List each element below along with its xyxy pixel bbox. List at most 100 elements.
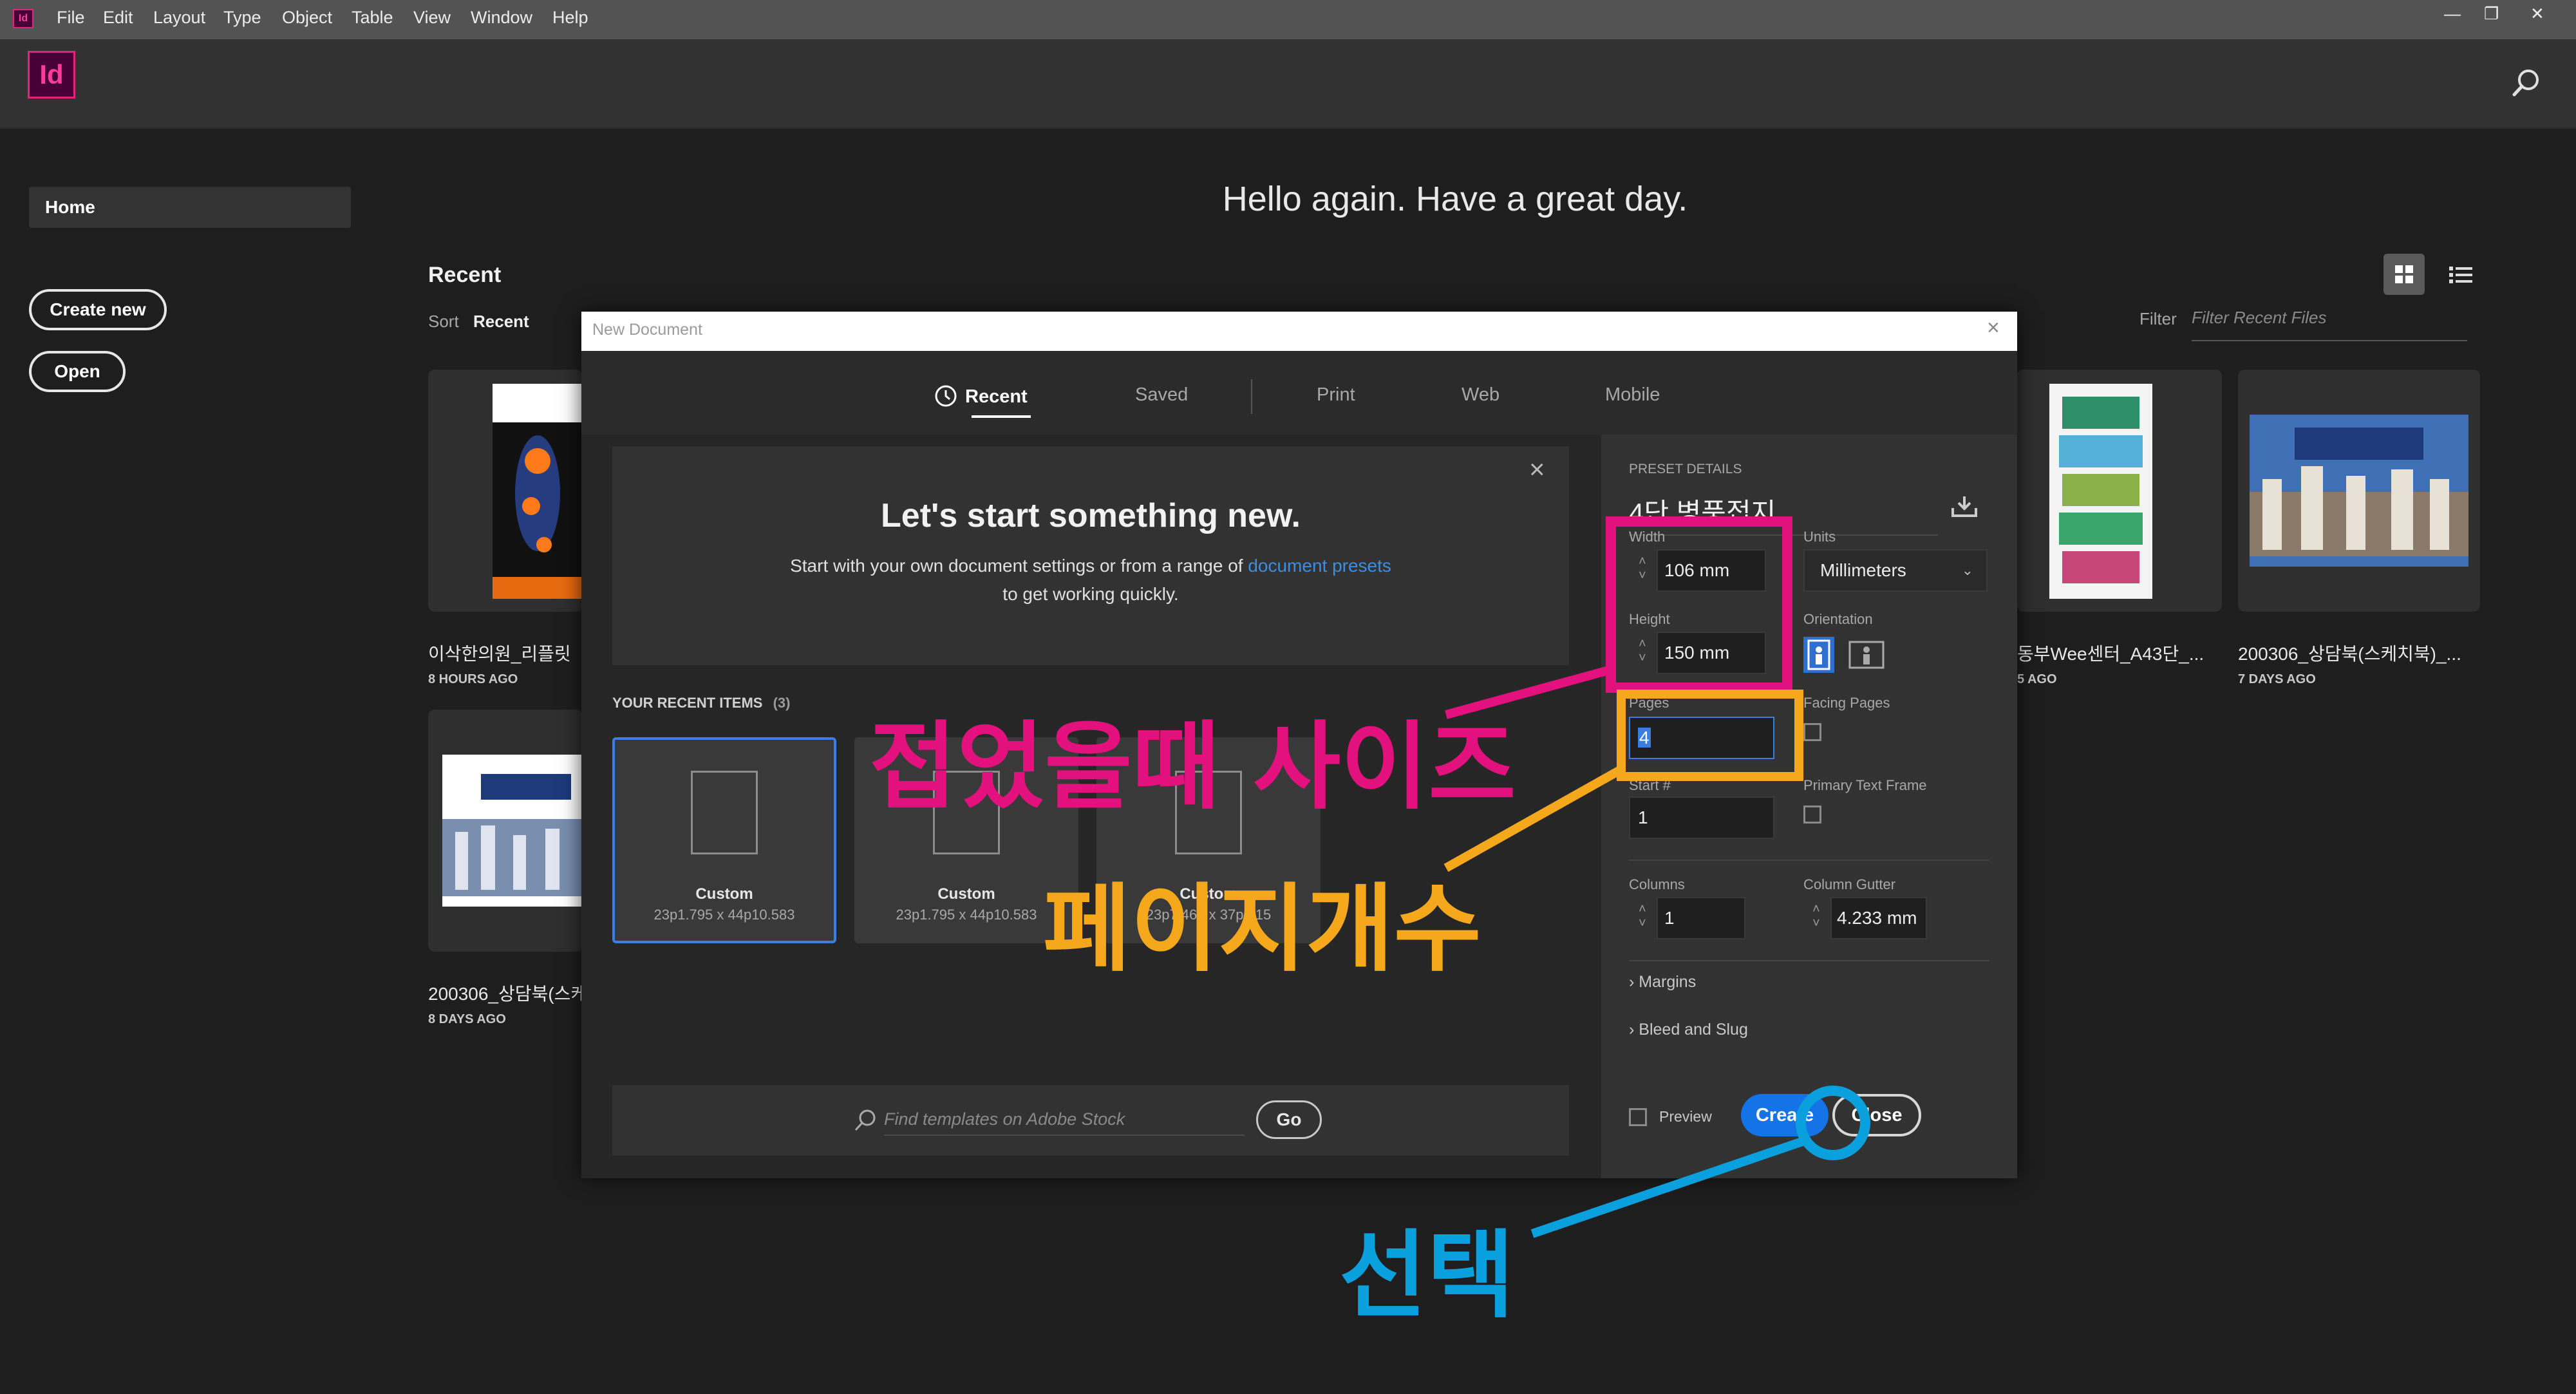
- file-meta-2: 8 DAYS AGO: [428, 1012, 506, 1026]
- active-tab-underline: [972, 415, 1031, 418]
- file-thumb-1[interactable]: [428, 370, 583, 612]
- recent-item-size: 23p1.795 x 44p10.583: [653, 907, 795, 923]
- menu-table[interactable]: Table: [352, 8, 393, 28]
- stock-search-input[interactable]: Find templates on Adobe Stock: [884, 1109, 1245, 1136]
- units-label: Units: [1803, 529, 1836, 545]
- landscape-icon: [1848, 641, 1885, 669]
- file-title-3[interactable]: 동부Wee센터_A43단_...: [2017, 640, 2210, 666]
- restore-icon[interactable]: ❐: [2484, 4, 2499, 24]
- height-field[interactable]: 150 mm: [1657, 632, 1766, 674]
- primary-text-frame-label: Primary Text Frame: [1803, 777, 1927, 793]
- file-title-2[interactable]: 200306_상담북(스케치북): [428, 980, 583, 1006]
- file-meta-1: 8 HOURS AGO: [428, 672, 518, 686]
- stock-search-bar: Find templates on Adobe Stock Go: [612, 1085, 1569, 1156]
- nav-home[interactable]: Home: [29, 187, 351, 228]
- column-gutter-field[interactable]: 4.233 mm: [1830, 897, 1927, 939]
- height-stepper[interactable]: ˄ ˅: [1639, 637, 1646, 665]
- minimize-icon[interactable]: —: [2444, 4, 2461, 24]
- list-view-button[interactable]: [2440, 254, 2481, 295]
- preview-label: Preview: [1659, 1108, 1712, 1125]
- create-new-button[interactable]: Create new: [29, 289, 167, 330]
- height-label: Height: [1629, 611, 1670, 627]
- tab-saved[interactable]: Saved: [1135, 384, 1188, 406]
- menu-help[interactable]: Help: [552, 8, 588, 28]
- orientation-label: Orientation: [1803, 611, 1873, 627]
- file-thumb-4[interactable]: [2238, 370, 2480, 612]
- bleed-slug-expander[interactable]: › Bleed and Slug: [1629, 1021, 1748, 1039]
- units-value: Millimeters: [1820, 560, 1906, 580]
- grid-icon: [2395, 265, 2413, 283]
- document-presets-link[interactable]: document presets: [1248, 556, 1391, 576]
- file-thumb-3[interactable]: [2017, 370, 2222, 612]
- dialog-titlebar: New Document ×: [581, 312, 2017, 351]
- app-header: [0, 39, 2576, 129]
- file-meta-4: 7 DAYS AGO: [2238, 672, 2316, 686]
- close-icon[interactable]: ✕: [2530, 4, 2544, 24]
- pages-annotation: 페이지개수: [1043, 874, 1481, 984]
- chevron-down-icon: ⌄: [1961, 562, 1973, 578]
- margins-label: Margins: [1639, 973, 1697, 991]
- start-label: Start #: [1629, 777, 1671, 793]
- section-divider: [1629, 860, 1989, 861]
- menu-view[interactable]: View: [413, 8, 451, 28]
- file-title-4[interactable]: 200306_상담북(스케치북)_...: [2238, 640, 2483, 666]
- start-page-field[interactable]: 1: [1629, 796, 1774, 839]
- portrait-button[interactable]: [1803, 637, 1834, 673]
- preset-details-pane: PRESET DETAILS 4단 병풍접지 Width ˄ ˅ 106 mm U…: [1601, 435, 2017, 1178]
- go-button[interactable]: Go: [1256, 1100, 1322, 1139]
- menu-object[interactable]: Object: [282, 8, 332, 28]
- dialog-close-icon[interactable]: ×: [1987, 316, 2000, 341]
- tab-print[interactable]: Print: [1317, 384, 1355, 406]
- margins-expander[interactable]: › Margins: [1629, 973, 1696, 992]
- filter-label: Filter: [2139, 309, 2177, 328]
- tab-web[interactable]: Web: [1462, 384, 1500, 406]
- create-button[interactable]: Create: [1741, 1094, 1829, 1136]
- width-label: Width: [1629, 529, 1666, 545]
- recent-item-card-1[interactable]: Custom 23p1.795 x 44p10.583: [612, 737, 836, 943]
- pages-field[interactable]: 4: [1629, 717, 1774, 759]
- recent-items-title: YOUR RECENT ITEMS: [612, 695, 763, 711]
- preset-name-input[interactable]: 4단 병풍접지: [1629, 491, 1938, 536]
- primary-text-frame-checkbox[interactable]: [1803, 805, 1821, 824]
- menu-window[interactable]: Window: [471, 8, 532, 28]
- columns-field[interactable]: 1: [1657, 897, 1745, 939]
- hero-panel: × Let's start something new. Start with …: [612, 446, 1569, 665]
- menu-file[interactable]: File: [57, 8, 85, 28]
- document-thumbnail: [493, 384, 583, 599]
- units-select[interactable]: Millimeters ⌄: [1803, 549, 1988, 592]
- greeting: Hello again. Have a great day.: [1222, 180, 1688, 218]
- recent-heading: Recent: [428, 263, 502, 287]
- preview-checkbox[interactable]: [1629, 1108, 1647, 1126]
- facing-pages-checkbox[interactable]: [1803, 723, 1821, 741]
- chevron-right-icon: ›: [1629, 1021, 1635, 1039]
- landscape-button[interactable]: [1847, 638, 1886, 672]
- pages-value: 4: [1638, 728, 1651, 748]
- tab-mobile[interactable]: Mobile: [1605, 384, 1660, 406]
- close-button[interactable]: Close: [1832, 1094, 1921, 1136]
- list-icon: [2449, 267, 2472, 283]
- section-divider: [1629, 960, 1989, 961]
- file-thumb-2[interactable]: [428, 710, 583, 952]
- sort-label: Sort: [428, 312, 459, 331]
- menu-type[interactable]: Type: [223, 8, 261, 28]
- menu-edit[interactable]: Edit: [103, 8, 133, 28]
- dialog-tabs: Recent Saved Print Web Mobile: [581, 351, 2017, 435]
- width-stepper[interactable]: ˄ ˅: [1639, 554, 1646, 583]
- recent-item-name: Custom: [695, 885, 753, 903]
- recent-items-count: (3): [773, 695, 791, 711]
- sort-dropdown[interactable]: Recent: [473, 312, 529, 332]
- width-field[interactable]: 106 mm: [1657, 549, 1766, 592]
- columns-stepper[interactable]: ˄ ˅: [1639, 902, 1646, 930]
- hero-close-icon[interactable]: ×: [1529, 454, 1545, 485]
- grid-view-button[interactable]: [2383, 254, 2425, 295]
- filter-input[interactable]: Filter Recent Files: [2192, 308, 2467, 341]
- gutter-stepper[interactable]: ˄ ˅: [1812, 902, 1820, 930]
- search-icon[interactable]: [2511, 67, 2542, 98]
- tab-recent[interactable]: Recent: [934, 384, 1028, 408]
- file-title-1[interactable]: 이삭한의원_리플릿: [428, 640, 583, 666]
- open-button[interactable]: Open: [29, 351, 126, 392]
- menu-layout[interactable]: Layout: [153, 8, 205, 28]
- save-preset-icon[interactable]: [1949, 494, 1980, 520]
- document-icon: [691, 771, 758, 854]
- preset-details-label: PRESET DETAILS: [1629, 462, 1742, 476]
